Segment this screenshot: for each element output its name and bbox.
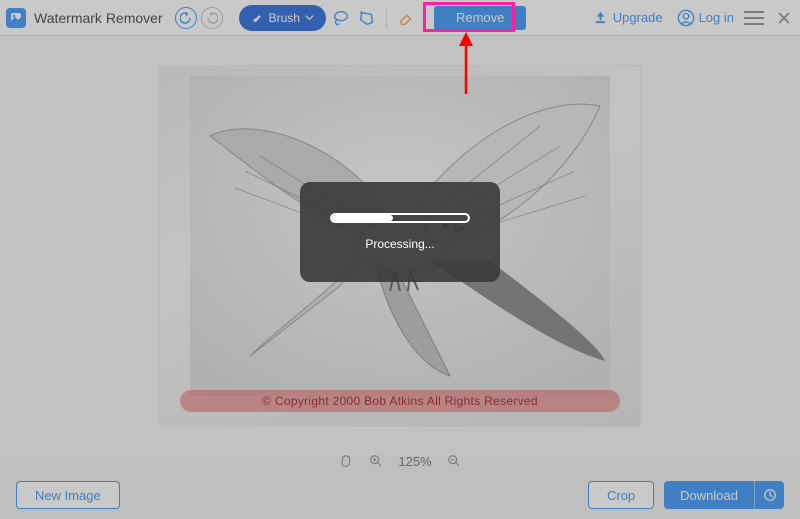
watermark-text: © Copyright 2000 Bob Atkins All Rights R… <box>262 394 538 408</box>
remove-label: Remove <box>456 10 504 25</box>
undo-button[interactable] <box>175 7 197 29</box>
footer-bar: New Image Crop Download <box>0 477 800 513</box>
crop-button[interactable]: Crop <box>588 481 654 509</box>
upload-icon <box>593 10 608 25</box>
redo-button[interactable] <box>201 7 223 29</box>
zoom-controls: 125% <box>0 449 800 473</box>
new-image-label: New Image <box>35 488 101 503</box>
app-title: Watermark Remover <box>34 10 163 26</box>
lasso-tool-button[interactable] <box>330 7 352 29</box>
zoom-out-button[interactable] <box>446 453 462 469</box>
eraser-tool-button[interactable] <box>395 7 417 29</box>
app-logo-icon <box>6 8 26 28</box>
processing-overlay: Processing... <box>300 182 500 282</box>
watermark-selection[interactable]: © Copyright 2000 Bob Atkins All Rights R… <box>180 390 620 412</box>
processing-label: Processing... <box>365 237 434 251</box>
upgrade-button[interactable]: Upgrade <box>593 10 663 25</box>
user-icon <box>677 9 695 27</box>
download-label: Download <box>680 488 738 503</box>
progress-bar-fill <box>332 215 393 221</box>
menu-button[interactable] <box>744 11 764 25</box>
toolbar-divider <box>425 8 426 28</box>
new-image-button[interactable]: New Image <box>16 481 120 509</box>
polygon-tool-button[interactable] <box>356 7 378 29</box>
close-button[interactable] <box>774 8 794 28</box>
zoom-in-button[interactable] <box>368 453 384 469</box>
clock-icon <box>763 488 777 502</box>
login-button[interactable]: Log in <box>677 9 734 27</box>
progress-bar <box>330 213 470 223</box>
download-options-button[interactable] <box>754 481 784 509</box>
pan-hand-button[interactable] <box>338 453 354 469</box>
brush-icon <box>251 11 264 24</box>
download-button[interactable]: Download <box>664 481 754 509</box>
upgrade-label: Upgrade <box>613 10 663 25</box>
crop-label: Crop <box>607 488 635 503</box>
brush-label: Brush <box>269 11 300 25</box>
toolbar-divider <box>386 8 387 28</box>
login-label: Log in <box>699 10 734 25</box>
chevron-down-icon <box>305 13 314 22</box>
zoom-level: 125% <box>398 454 431 469</box>
remove-button[interactable]: Remove <box>434 6 526 30</box>
toolbar: Watermark Remover Brush Remove Upgrade L… <box>0 0 800 36</box>
brush-tool-button[interactable]: Brush <box>239 5 326 31</box>
